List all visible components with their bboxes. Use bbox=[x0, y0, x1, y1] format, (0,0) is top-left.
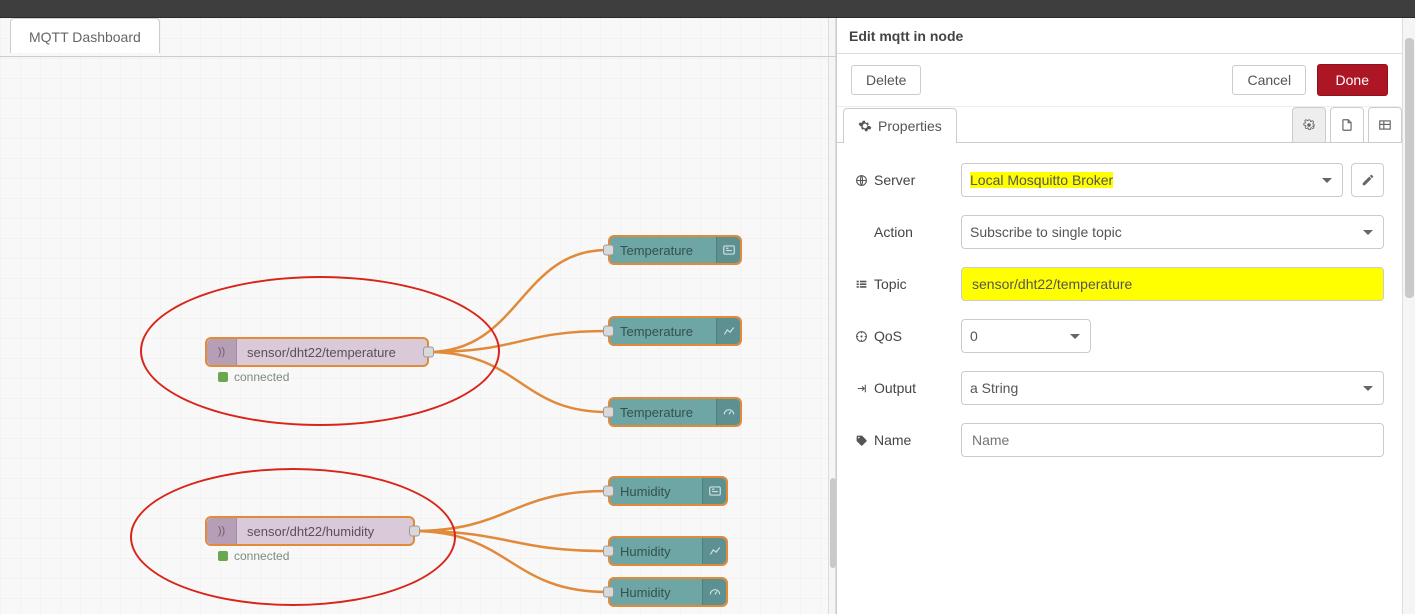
label-topic: Topic bbox=[855, 276, 961, 292]
output-value: a String bbox=[970, 380, 1018, 396]
status-dot-connected bbox=[218, 372, 228, 382]
file-icon bbox=[1340, 118, 1354, 132]
status-text: connected bbox=[234, 549, 289, 563]
layout-icon bbox=[1378, 118, 1392, 132]
row-topic: Topic bbox=[855, 267, 1384, 301]
name-input[interactable] bbox=[961, 423, 1384, 457]
port-output[interactable] bbox=[423, 347, 434, 358]
dashboard-gauge-node[interactable]: Temperature bbox=[608, 397, 742, 427]
node-label: Temperature bbox=[610, 243, 703, 258]
port-input[interactable] bbox=[603, 587, 614, 598]
qos-select[interactable]: 0 bbox=[961, 319, 1091, 353]
edit-server-button[interactable] bbox=[1351, 163, 1384, 197]
server-select[interactable]: Local Mosquitto Broker bbox=[961, 163, 1343, 197]
target-icon bbox=[855, 330, 868, 343]
app-titlebar bbox=[0, 0, 1415, 18]
port-input[interactable] bbox=[603, 546, 614, 557]
list-icon bbox=[855, 278, 868, 291]
node-label: Humidity bbox=[610, 544, 681, 559]
row-qos: QoS 0 bbox=[855, 319, 1384, 353]
port-input[interactable] bbox=[603, 326, 614, 337]
mqtt-icon: )) bbox=[207, 518, 237, 544]
text-icon bbox=[702, 478, 726, 504]
qos-value: 0 bbox=[970, 328, 978, 344]
tab-appearance-icon[interactable] bbox=[1368, 107, 1402, 142]
globe-icon bbox=[855, 174, 868, 187]
edit-node-panel: Edit mqtt in node Delete Cancel Done Pro… bbox=[836, 18, 1402, 614]
label-server: Server bbox=[855, 172, 961, 188]
dashboard-text-node[interactable]: Temperature bbox=[608, 235, 742, 265]
row-server: Server Local Mosquitto Broker bbox=[855, 163, 1384, 197]
status-dot-connected bbox=[218, 551, 228, 561]
port-output[interactable] bbox=[409, 526, 420, 537]
pencil-icon bbox=[1361, 173, 1375, 187]
node-label: Humidity bbox=[610, 585, 681, 600]
mqtt-in-node-humidity[interactable]: )) sensor/dht22/humidity bbox=[205, 516, 415, 546]
node-label: sensor/dht22/temperature bbox=[237, 345, 406, 360]
gear-icon bbox=[1302, 118, 1316, 132]
tab-properties[interactable]: Properties bbox=[843, 108, 957, 143]
properties-form: Server Local Mosquitto Broker Action Sub… bbox=[837, 143, 1402, 485]
node-label: sensor/dht22/humidity bbox=[237, 524, 384, 539]
dashboard-gauge-node[interactable]: Humidity bbox=[608, 577, 728, 607]
tab-label: Properties bbox=[878, 118, 942, 134]
mqtt-icon: )) bbox=[207, 339, 237, 365]
label-name: Name bbox=[855, 432, 961, 448]
gear-icon bbox=[858, 119, 872, 133]
delete-button[interactable]: Delete bbox=[851, 65, 921, 95]
gauge-icon bbox=[716, 399, 740, 425]
dashboard-chart-node[interactable]: Humidity bbox=[608, 536, 728, 566]
topic-input[interactable] bbox=[961, 267, 1384, 301]
port-input[interactable] bbox=[603, 486, 614, 497]
edit-panel-title: Edit mqtt in node bbox=[837, 18, 1402, 54]
action-value: Subscribe to single topic bbox=[970, 224, 1122, 240]
row-name: Name bbox=[855, 423, 1384, 457]
node-status: connected bbox=[218, 370, 289, 384]
label-qos: QoS bbox=[855, 328, 961, 344]
tab-strip bbox=[0, 56, 836, 57]
scrollbar-thumb[interactable] bbox=[1405, 38, 1414, 298]
port-input[interactable] bbox=[603, 407, 614, 418]
node-label: Humidity bbox=[610, 484, 681, 499]
chart-icon bbox=[716, 318, 740, 344]
chart-icon bbox=[702, 538, 726, 564]
label-output: Output bbox=[855, 380, 961, 396]
workspace-scrollbar[interactable] bbox=[828, 18, 836, 614]
label-action: Action bbox=[855, 224, 961, 240]
mqtt-in-node-temperature[interactable]: )) sensor/dht22/temperature bbox=[205, 337, 429, 367]
sidebar-scrollbar[interactable] bbox=[1402, 18, 1415, 614]
node-status: connected bbox=[218, 549, 289, 563]
arrow-right-icon bbox=[855, 382, 868, 395]
cancel-button[interactable]: Cancel bbox=[1232, 65, 1306, 95]
node-label: Temperature bbox=[610, 405, 703, 420]
text-icon bbox=[716, 237, 740, 263]
gauge-icon bbox=[702, 579, 726, 605]
row-action: Action Subscribe to single topic bbox=[855, 215, 1384, 249]
tab-settings-icon[interactable] bbox=[1292, 107, 1326, 142]
server-value: Local Mosquitto Broker bbox=[970, 172, 1113, 188]
edit-button-row: Delete Cancel Done bbox=[837, 54, 1402, 107]
tag-icon bbox=[855, 434, 868, 447]
flow-canvas[interactable]: MQTT Dashboard )) sensor/dht22/temperatu… bbox=[0, 18, 836, 614]
node-label: Temperature bbox=[610, 324, 703, 339]
action-select[interactable]: Subscribe to single topic bbox=[961, 215, 1384, 249]
flow-tab[interactable]: MQTT Dashboard bbox=[10, 18, 160, 53]
row-output: Output a String bbox=[855, 371, 1384, 405]
status-text: connected bbox=[234, 370, 289, 384]
edit-tabs: Properties bbox=[837, 107, 1402, 143]
port-input[interactable] bbox=[603, 245, 614, 256]
tab-description-icon[interactable] bbox=[1330, 107, 1364, 142]
done-button[interactable]: Done bbox=[1317, 64, 1388, 96]
dashboard-chart-node[interactable]: Temperature bbox=[608, 316, 742, 346]
dashboard-text-node[interactable]: Humidity bbox=[608, 476, 728, 506]
output-select[interactable]: a String bbox=[961, 371, 1384, 405]
